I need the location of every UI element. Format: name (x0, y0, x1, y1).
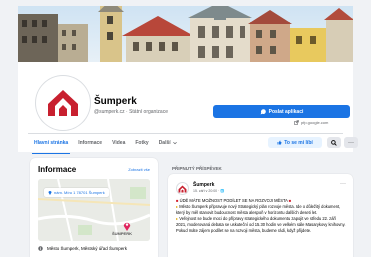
post-options-button[interactable]: ··· (340, 181, 346, 187)
sumperk-logo-icon (178, 185, 187, 192)
info-row: Město Šumperk, Městský úřad Šumperk (38, 246, 127, 251)
website-label: pfp.google.com (301, 120, 329, 125)
page-header-card: Šumperk @sumperk.cz · Státní organizace … (18, 62, 358, 154)
map-marker-icon (123, 222, 131, 231)
post-avatar[interactable] (176, 182, 189, 195)
search-button[interactable] (327, 137, 341, 148)
see-all-link[interactable]: Zobrazit vše (128, 167, 150, 172)
address-chip[interactable]: nám. Míru 1 78701 Šumperk (44, 188, 109, 197)
page-name: Šumperk (94, 96, 137, 107)
header-divider (28, 133, 343, 134)
page-subtitle: @sumperk.cz · Státní organizace (94, 109, 168, 115)
map-city-label: ŠUMPERK (112, 231, 133, 236)
location-pin-icon (48, 191, 52, 195)
tab-more[interactable]: Další (159, 137, 177, 149)
tab-home[interactable]: Hlavní stránka (31, 137, 71, 154)
search-icon (331, 139, 337, 146)
send-app-button[interactable]: Poslat aplikaci (213, 105, 350, 118)
pinned-post-card: Šumperk 15. září v 20:00 · 🌐 ··· ■ ÚDĚ M… (168, 174, 353, 257)
chevron-down-icon (172, 141, 177, 145)
post-timestamp[interactable]: 15. září v 20:00 · 🌐 (193, 189, 225, 193)
pinned-post-heading: PŘIPNUTÝ PŘÍSPĚVEK (172, 166, 222, 171)
send-app-label: Poslat aplikaci (268, 108, 304, 115)
post-body: ■ ÚDĚ MÁTE MOŽNOST PODÍLET SE NA ROZVOJI… (176, 198, 346, 235)
thumbs-up-icon (277, 140, 282, 145)
info-card: Informace Zobrazit vše nám. Míru 1 78701… (30, 158, 158, 257)
location-map[interactable]: nám. Míru 1 78701 Šumperk ŠUMPERK (38, 179, 150, 241)
megaphone-icon: ■ (287, 198, 292, 203)
more-options-button[interactable]: ··· (344, 137, 358, 148)
post-author[interactable]: Šumperk (193, 182, 214, 188)
like-label: To se mi líbí (284, 139, 313, 146)
messenger-icon (260, 108, 266, 114)
website-link[interactable]: pfp.google.com (294, 120, 328, 125)
info-title: Informace (38, 165, 77, 174)
page-tabs: Hlavní stránka Informace Videa Fotky Dal… (31, 137, 177, 154)
tab-photos[interactable]: Fotky (135, 137, 148, 149)
sumperk-logo-icon (48, 90, 78, 116)
external-link-icon (294, 120, 299, 125)
post-headline: ÚDĚ MÁTE MOŽNOST PODÍLET SE NA ROZVOJI M… (179, 198, 288, 203)
tab-info[interactable]: Informace (78, 137, 102, 149)
info-row-text: Město Šumperk, Městský úřad Šumperk (47, 246, 128, 251)
facebook-page: Šumperk @sumperk.cz · Státní organizace … (0, 0, 371, 257)
post-paragraph: Město Šumperk připravuje nový Strategick… (176, 204, 341, 216)
post-line: ▸ Veřejnost se bude moci do přípravy str… (176, 216, 346, 234)
tab-more-label: Další (158, 140, 171, 146)
post-paragraph: Veřejnost se bude moci do přípravy strat… (176, 216, 346, 234)
address-text: nám. Míru 1 78701 Šumperk (54, 190, 105, 195)
page-avatar[interactable] (36, 76, 90, 130)
post-line: ▸ Město Šumperk připravuje nový Strategi… (176, 204, 346, 216)
tab-videos[interactable]: Videa (112, 137, 125, 149)
info-icon (38, 246, 43, 251)
like-button[interactable]: To se mi líbí (268, 137, 322, 148)
